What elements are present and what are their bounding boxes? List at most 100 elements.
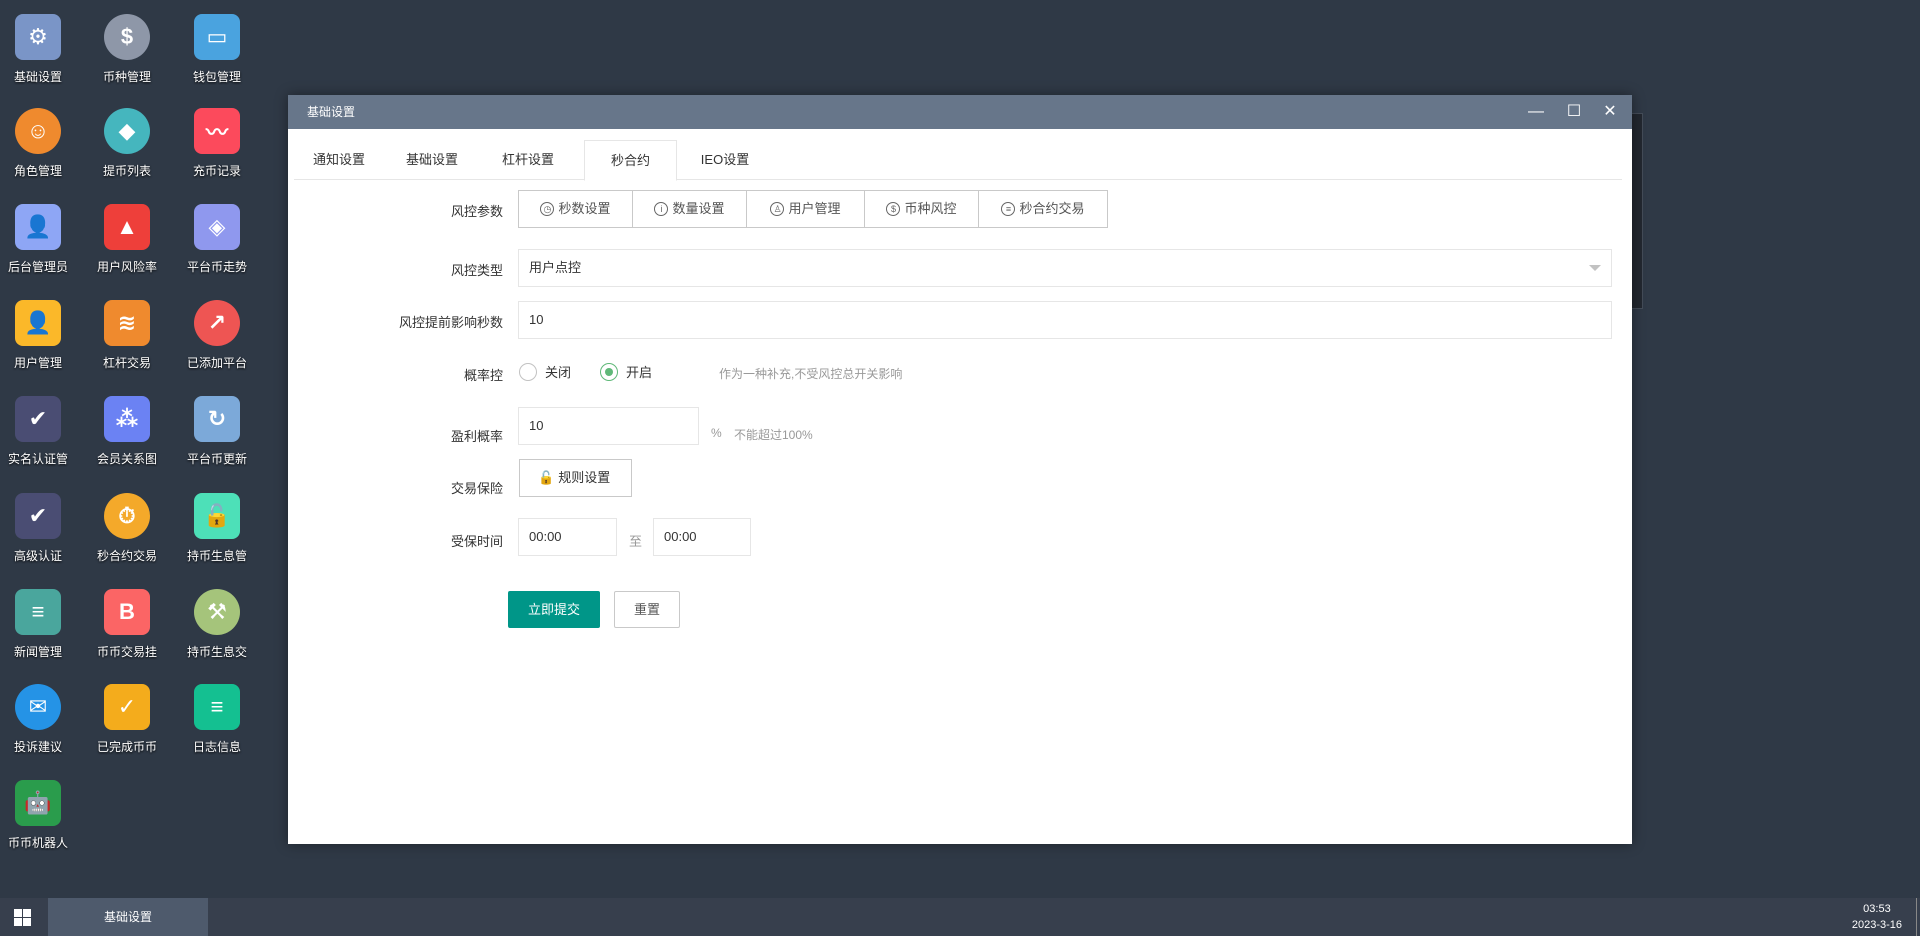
- desktop-icon[interactable]: 🔓 持币生息管: [172, 493, 262, 564]
- user-search-icon: 👤: [15, 300, 61, 346]
- clock-icon: ◷: [540, 202, 555, 216]
- verify-icon: ✔: [15, 396, 61, 442]
- risk-type-select[interactable]: 用户点控: [518, 249, 1612, 287]
- desktop-icon-label: 角色管理: [13, 164, 62, 178]
- desktop-icon-label: 杠杆交易: [102, 356, 151, 370]
- radio-off-circle: [519, 362, 537, 381]
- desktop-icon-label: 投诉建议: [13, 740, 62, 754]
- window-titlebar[interactable]: 基础设置 — ☐ ✕: [288, 95, 1632, 129]
- desktop-icon-label: 用户管理: [13, 356, 62, 370]
- document-icon: ≡: [15, 589, 61, 635]
- desktop-icon-label: 已添加平台: [186, 356, 247, 370]
- desktop-icon[interactable]: ✔ 高级认证: [0, 493, 83, 564]
- desktop-icon-label: 充币记录: [192, 164, 241, 178]
- desktop-icon[interactable]: ◈ 平台币走势: [172, 204, 262, 275]
- time-start-input[interactable]: 00:00: [518, 518, 617, 556]
- risk-params-button-group: ◷ 秒数设置 i 数量设置 ♙ 用户管理 $ 币种风控 ≡ 秒合约交易: [518, 190, 1108, 228]
- desktop-icon-label: 后台管理员: [7, 260, 68, 274]
- risk-button[interactable]: i 数量设置: [633, 191, 747, 227]
- desktop-icon-label: 秒合约交易: [96, 549, 157, 563]
- tab-bar: 通知设置 基础设置 杠杆设置 秒合约 IEO设置: [294, 140, 1622, 181]
- radio-on-circle: [600, 362, 618, 381]
- show-desktop-button[interactable]: [1916, 898, 1917, 936]
- desktop-icon[interactable]: ☺ 角色管理: [0, 108, 83, 179]
- advance-seconds-label: 风控提前影响秒数: [398, 315, 503, 330]
- desktop-icon[interactable]: ⚙ 基础设置: [0, 14, 83, 85]
- desktop-icon[interactable]: 🤖 币币机器人: [0, 780, 83, 851]
- coin-icon: ◆: [104, 108, 150, 154]
- desktop-icon[interactable]: ↗ 已添加平台: [172, 300, 262, 371]
- desktop-icon[interactable]: 👤 用户管理: [0, 300, 83, 371]
- desktop-icon[interactable]: ≡ 日志信息: [172, 684, 262, 755]
- radio-on[interactable]: 开启: [600, 362, 652, 381]
- tab-second-contract[interactable]: 秒合约: [584, 140, 677, 181]
- desktop-icon-label: 提币列表: [102, 164, 151, 178]
- maximize-icon[interactable]: ☐: [1554, 95, 1594, 129]
- bitcoin-icon: B: [104, 589, 150, 635]
- taskbar-task-settings[interactable]: 基础设置: [48, 898, 208, 936]
- minimize-icon[interactable]: —: [1516, 95, 1556, 129]
- desktop-icon[interactable]: $ 币种管理: [82, 14, 172, 85]
- desktop-icon[interactable]: ⁂ 会员关系图: [82, 396, 172, 467]
- taskbar-clock[interactable]: 03:53 2023-3-16: [1852, 901, 1902, 933]
- desktop-icon[interactable]: ✔ 实名认证管: [0, 396, 83, 467]
- mail-icon: ✉: [15, 684, 61, 730]
- robot-icon: 🤖: [15, 780, 61, 826]
- profit-probability-input[interactable]: 10: [518, 407, 699, 445]
- insured-time-label: 受保时间: [450, 534, 503, 549]
- tab-notify[interactable]: 通知设置: [294, 140, 384, 180]
- desktop-icon-label: 基础设置: [13, 70, 62, 84]
- desktop-icon[interactable]: ✉ 投诉建议: [0, 684, 83, 755]
- risk-params-label: 风控参数: [450, 204, 503, 219]
- settings-window: 基础设置 — ☐ ✕ 通知设置 基础设置 杠杆设置 秒合约 IEO设置 风控参数…: [288, 95, 1632, 844]
- layers-icon: ◈: [194, 204, 240, 250]
- risk-button-label: 数量设置: [672, 201, 725, 216]
- taskbar: 基础设置 03:53 2023-3-16: [0, 898, 1920, 936]
- desktop-icon[interactable]: ▲ 用户风险率: [82, 204, 172, 275]
- unlock-icon: 🔓: [194, 493, 240, 539]
- desktop-icon[interactable]: B 币币交易挂: [82, 589, 172, 660]
- desktop-icon-label: 币币机器人: [7, 836, 68, 850]
- desktop-icon[interactable]: ◆ 提币列表: [82, 108, 172, 179]
- desktop-icon[interactable]: ≋ 杠杆交易: [82, 300, 172, 371]
- clipboard-icon: ≡: [1001, 202, 1016, 216]
- submit-button[interactable]: 立即提交: [508, 591, 600, 628]
- rule-settings-button[interactable]: 🔓 规则设置: [519, 459, 632, 497]
- desktop-icon[interactable]: ⏱ 秒合约交易: [82, 493, 172, 564]
- desktop-icon-label: 币种管理: [102, 70, 151, 84]
- tab-ieo[interactable]: IEO设置: [677, 140, 773, 180]
- clock-date: 2023-3-16: [1851, 919, 1902, 931]
- desktop-icon-label: 持币生息管: [186, 549, 247, 563]
- admin-icon: 👤: [15, 204, 61, 250]
- radio-off[interactable]: 关闭: [519, 362, 571, 381]
- tab-leverage[interactable]: 杠杆设置: [480, 140, 576, 180]
- user-icon: ♙: [770, 202, 785, 216]
- time-separator: 至: [629, 534, 643, 549]
- tab-basic[interactable]: 基础设置: [384, 140, 480, 180]
- desktop-icon[interactable]: 〰充币记录: [172, 108, 262, 179]
- desktop-icon[interactable]: 👤 后台管理员: [0, 204, 83, 275]
- desktop-icon-label: 日志信息: [192, 740, 241, 754]
- close-icon[interactable]: ✕: [1590, 95, 1630, 129]
- risk-button[interactable]: ♙ 用户管理: [747, 191, 865, 227]
- risk-button[interactable]: ◷ 秒数设置: [519, 191, 633, 227]
- time-end-input[interactable]: 00:00: [653, 518, 751, 556]
- desktop-icon[interactable]: ✓ 已完成币币: [82, 684, 172, 755]
- desktop-icon[interactable]: ⚒ 持币生息交: [172, 589, 262, 660]
- risk-button[interactable]: ≡ 秒合约交易: [979, 191, 1107, 227]
- desktop-icon-label: 已完成币币: [96, 740, 157, 754]
- advance-seconds-input[interactable]: 10: [518, 301, 1612, 339]
- desktop-icon[interactable]: ▭ 钱包管理: [172, 14, 262, 85]
- start-button[interactable]: [14, 909, 31, 926]
- percent-unit: %: [711, 426, 722, 440]
- reset-button[interactable]: 重置: [614, 591, 680, 628]
- risk-button-label: 秒合约交易: [1019, 201, 1085, 216]
- desktop-icon-label: 实名认证管: [7, 452, 68, 466]
- profit-hint: 不能超过100%: [734, 428, 813, 442]
- gear-icon: ⚙: [15, 14, 61, 60]
- desktop-icon[interactable]: ↻ 平台币更新: [172, 396, 262, 467]
- probability-control-label: 概率控: [463, 368, 503, 383]
- risk-button[interactable]: $ 币种风控: [865, 191, 979, 227]
- info-icon: i: [654, 202, 669, 216]
- desktop-icon[interactable]: ≡ 新闻管理: [0, 589, 83, 660]
